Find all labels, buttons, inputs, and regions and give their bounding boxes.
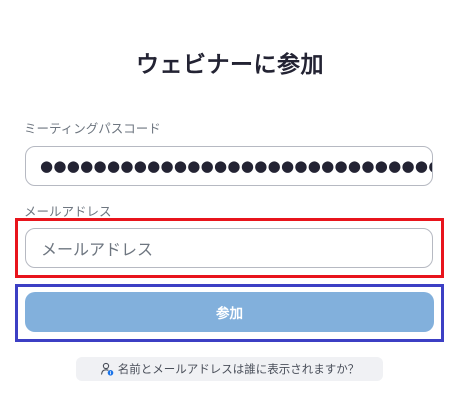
email-field[interactable]: メールアドレス	[25, 228, 433, 268]
email-label: メールアドレス	[24, 204, 112, 219]
visibility-info-link[interactable]: 名前とメールアドレスは誰に表示されますか？	[76, 357, 383, 381]
passcode-label: ミーティングパスコード	[24, 121, 161, 136]
page-title: ウェビナーに参加	[136, 52, 324, 78]
passcode-value: ●●●●●●●●●●●●●●●●●●●●●●●●●●●●●●●	[40, 157, 432, 175]
join-button[interactable]: 参加	[25, 292, 434, 332]
join-button-label: 参加	[216, 306, 243, 322]
email-placeholder: メールアドレス	[41, 240, 154, 259]
person-info-icon	[100, 362, 114, 376]
passcode-field[interactable]: ●●●●●●●●●●●●●●●●●●●●●●●●●●●●●●●	[25, 146, 433, 186]
join-webinar-page: ウェビナーに参加 ミーティングパスコード ●●●●●●●●●●●●●●●●●●●…	[0, 0, 460, 418]
visibility-info-text: 名前とメールアドレスは誰に表示されますか？	[117, 362, 360, 376]
